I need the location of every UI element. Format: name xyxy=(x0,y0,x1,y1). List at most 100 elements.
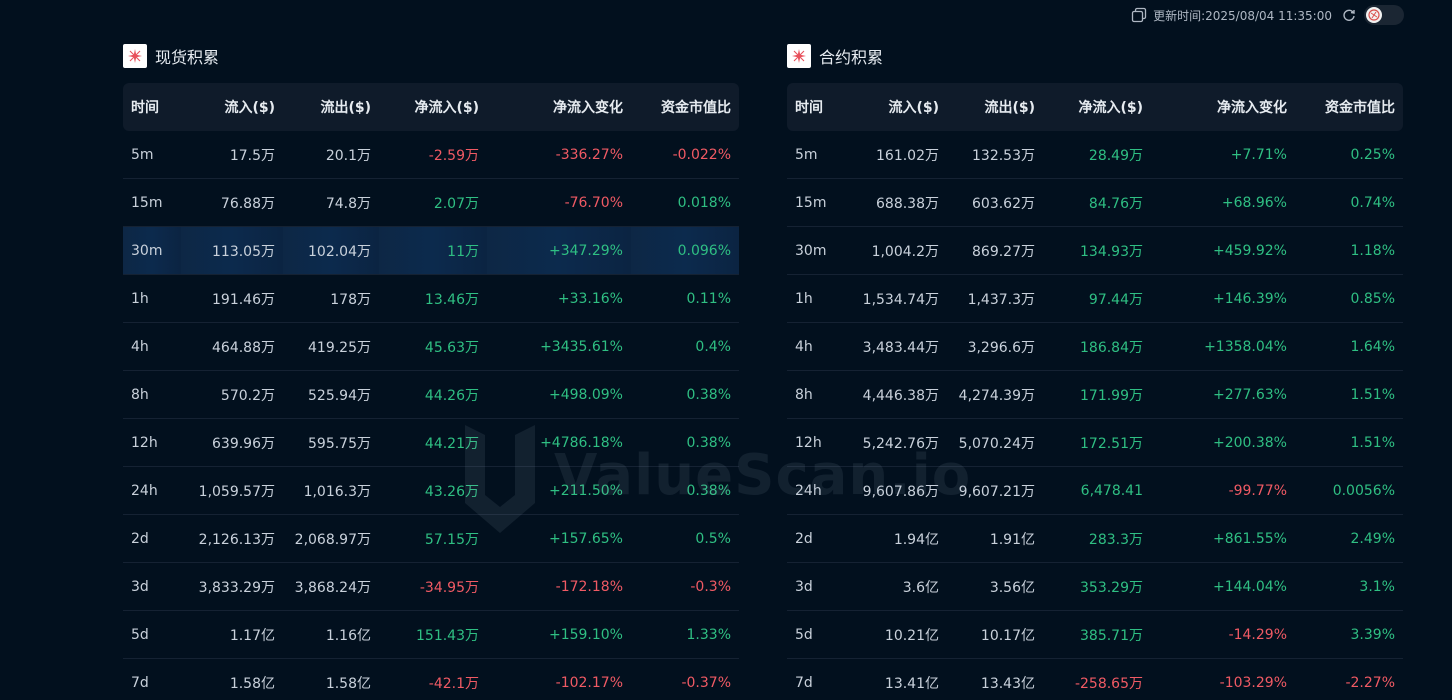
table-row[interactable]: 1h 191.46万 178万 13.46万 +33.16% 0.11% xyxy=(123,274,739,323)
cell-time: 15m xyxy=(787,178,845,227)
table-row[interactable]: 4h 3,483.44万 3,296.6万 186.84万 +1358.04% 1.64% xyxy=(787,322,1403,371)
header-outflow[interactable]: 流出($) xyxy=(283,83,379,131)
cell-time: 5d xyxy=(787,610,845,659)
table-row[interactable]: 3d 3,833.29万 3,868.24万 -34.95万 -172.18% -0.3% xyxy=(123,562,739,611)
cell-time: 5m xyxy=(123,131,181,179)
table-row[interactable]: 12h 639.96万 595.75万 44.21万 +4786.18% 0.38% xyxy=(123,418,739,467)
futures-title: 合约积累 xyxy=(819,48,884,67)
cell-outflow: 132.53万 xyxy=(947,131,1043,179)
cell-net: 283.3万 xyxy=(1043,514,1151,563)
cell-outflow: 3.56亿 xyxy=(947,562,1043,611)
cell-ratio: 1.18% xyxy=(1295,226,1403,275)
cell-net: 353.29万 xyxy=(1043,562,1151,611)
copy-icon[interactable] xyxy=(1131,7,1147,23)
header-ratio[interactable]: 资金市值比 xyxy=(1295,83,1403,131)
header-change[interactable]: 净流入变化 xyxy=(487,83,631,131)
cell-time: 24h xyxy=(123,466,181,515)
refresh-icon[interactable] xyxy=(1342,8,1356,22)
cell-ratio: 3.39% xyxy=(1295,610,1403,659)
table-row[interactable]: 8h 4,446.38万 4,274.39万 171.99万 +277.63% 1.51% xyxy=(787,370,1403,419)
cell-inflow: 1,534.74万 xyxy=(845,274,947,323)
table-row[interactable]: 30m 113.05万 102.04万 11万 +347.29% 0.096% xyxy=(123,226,739,275)
table-row[interactable]: 5m 161.02万 132.53万 28.49万 +7.71% 0.25% xyxy=(787,131,1403,179)
cell-inflow: 688.38万 xyxy=(845,178,947,227)
cell-inflow: 5,242.76万 xyxy=(845,418,947,467)
cell-ratio: 0.096% xyxy=(631,226,739,275)
cell-inflow: 3,483.44万 xyxy=(845,322,947,371)
cell-inflow: 3,833.29万 xyxy=(181,562,283,611)
header-ratio[interactable]: 资金市值比 xyxy=(631,83,739,131)
table-row[interactable]: 24h 1,059.57万 1,016.3万 43.26万 +211.50% 0.38% xyxy=(123,466,739,515)
table-row[interactable]: 1h 1,534.74万 1,437.3万 97.44万 +146.39% 0.85% xyxy=(787,274,1403,323)
cell-ratio: 1.33% xyxy=(631,610,739,659)
table-row[interactable]: 8h 570.2万 525.94万 44.26万 +498.09% 0.38% xyxy=(123,370,739,419)
futures-table: 时间 流入($) 流出($) 净流入($) 净流入变化 资金市值比 5m 161.… xyxy=(787,83,1403,700)
header-inflow[interactable]: 流入($) xyxy=(181,83,283,131)
cell-outflow: 1.16亿 xyxy=(283,610,379,659)
cell-inflow: 10.21亿 xyxy=(845,610,947,659)
table-header-row: 时间 流入($) 流出($) 净流入($) 净流入变化 资金市值比 xyxy=(123,83,739,131)
cell-inflow: 2,126.13万 xyxy=(181,514,283,563)
cell-change: +1358.04% xyxy=(1151,322,1295,371)
header-inflow[interactable]: 流入($) xyxy=(845,83,947,131)
table-row[interactable]: 7d 1.58亿 1.58亿 -42.1万 -102.17% -0.37% xyxy=(123,658,739,700)
cell-ratio: -2.27% xyxy=(1295,658,1403,700)
cell-net: 186.84万 xyxy=(1043,322,1151,371)
cell-ratio: 0.38% xyxy=(631,370,739,419)
cell-outflow: 1,437.3万 xyxy=(947,274,1043,323)
header-outflow[interactable]: 流出($) xyxy=(947,83,1043,131)
cell-time: 7d xyxy=(123,658,181,700)
cell-time: 4h xyxy=(787,322,845,371)
cell-ratio: 0.5% xyxy=(631,514,739,563)
header-time[interactable]: 时间 xyxy=(123,83,181,131)
cell-net: 57.15万 xyxy=(379,514,487,563)
cell-inflow: 4,446.38万 xyxy=(845,370,947,419)
cell-net: 43.26万 xyxy=(379,466,487,515)
cell-ratio: 0.38% xyxy=(631,418,739,467)
cell-net: 172.51万 xyxy=(1043,418,1151,467)
table-row[interactable]: 15m 76.88万 74.8万 2.07万 -76.70% 0.018% xyxy=(123,178,739,227)
cell-inflow: 639.96万 xyxy=(181,418,283,467)
table-row[interactable]: 15m 688.38万 603.62万 84.76万 +68.96% 0.74% xyxy=(787,178,1403,227)
cell-net: 45.63万 xyxy=(379,322,487,371)
table-row[interactable]: 4h 464.88万 419.25万 45.63万 +3435.61% 0.4% xyxy=(123,322,739,371)
header-net[interactable]: 净流入($) xyxy=(1043,83,1151,131)
cell-ratio: 0.018% xyxy=(631,178,739,227)
spot-title: 现货积累 xyxy=(155,48,220,67)
toggle-knob-icon xyxy=(1366,7,1382,23)
table-row[interactable]: 12h 5,242.76万 5,070.24万 172.51万 +200.38% 1.51… xyxy=(787,418,1403,467)
cell-time: 1h xyxy=(787,274,845,323)
cell-net: -34.95万 xyxy=(379,562,487,611)
cell-outflow: 74.8万 xyxy=(283,178,379,227)
table-row[interactable]: 2d 2,126.13万 2,068.97万 57.15万 +157.65% 0.5% xyxy=(123,514,739,563)
header-time[interactable]: 时间 xyxy=(787,83,845,131)
cell-time: 2d xyxy=(123,514,181,563)
header-net[interactable]: 净流入($) xyxy=(379,83,487,131)
cell-net: 6,478.41 xyxy=(1043,466,1151,515)
table-row[interactable]: 5d 1.17亿 1.16亿 151.43万 +159.10% 1.33% xyxy=(123,610,739,659)
cell-time: 8h xyxy=(787,370,845,419)
table-row[interactable]: 24h 9,607.86万 9,607.21万 6,478.41 -99.77% 0.00… xyxy=(787,466,1403,515)
theme-toggle[interactable] xyxy=(1364,5,1404,25)
cell-change: -14.29% xyxy=(1151,610,1295,659)
cell-outflow: 2,068.97万 xyxy=(283,514,379,563)
table-row[interactable]: 7d 13.41亿 13.43亿 -258.65万 -103.29% -2.27% xyxy=(787,658,1403,700)
cell-change: +459.92% xyxy=(1151,226,1295,275)
cell-ratio: 0.0056% xyxy=(1295,466,1403,515)
spot-table: 时间 流入($) 流出($) 净流入($) 净流入变化 资金市值比 5m 17.5… xyxy=(123,83,739,700)
header-change[interactable]: 净流入变化 xyxy=(1151,83,1295,131)
table-row[interactable]: 5d 10.21亿 10.17亿 385.71万 -14.29% 3.39% xyxy=(787,610,1403,659)
cell-inflow: 191.46万 xyxy=(181,274,283,323)
cell-time: 15m xyxy=(123,178,181,227)
table-row[interactable]: 30m 1,004.2万 869.27万 134.93万 +459.92% 1.18% xyxy=(787,226,1403,275)
table-row[interactable]: 5m 17.5万 20.1万 -2.59万 -336.27% -0.022% xyxy=(123,131,739,179)
table-row[interactable]: 2d 1.94亿 1.91亿 283.3万 +861.55% 2.49% xyxy=(787,514,1403,563)
table-row[interactable]: 3d 3.6亿 3.56亿 353.29万 +144.04% 3.1% xyxy=(787,562,1403,611)
cell-change: -103.29% xyxy=(1151,658,1295,700)
cell-ratio: 0.38% xyxy=(631,466,739,515)
spot-panel: 现货积累 时间 流入($) 流出($) 净流入($) 净流入变化 资金市值比 5… xyxy=(123,44,739,700)
page: 更新时间:2025/08/04 11:35:00 现货积累 时间 流入($) 流… xyxy=(0,0,1452,700)
cell-change: +211.50% xyxy=(487,466,631,515)
cell-inflow: 464.88万 xyxy=(181,322,283,371)
cell-ratio: -0.37% xyxy=(631,658,739,700)
